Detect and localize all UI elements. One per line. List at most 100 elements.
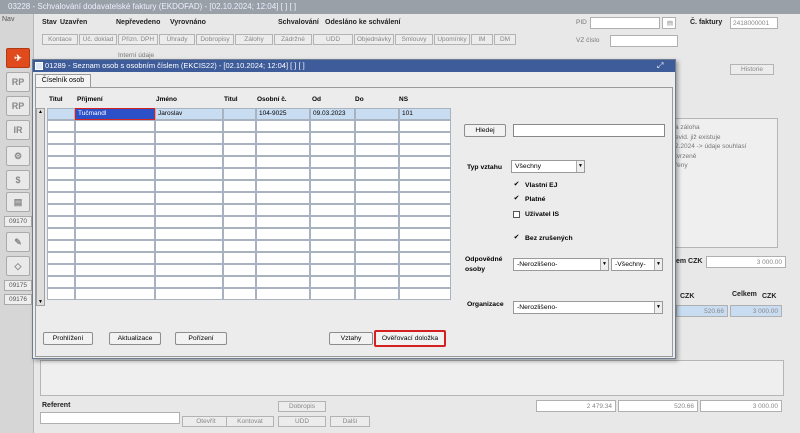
toolbar-button-upominky[interactable]: Upomínky — [434, 34, 470, 45]
table-cell[interactable] — [155, 180, 223, 192]
table-cell[interactable] — [256, 252, 310, 264]
table-cell[interactable] — [47, 180, 75, 192]
table-cell[interactable] — [399, 240, 451, 252]
table-cell[interactable] — [47, 120, 75, 132]
table-cell[interactable] — [223, 156, 256, 168]
table-cell[interactable] — [47, 216, 75, 228]
table-cell[interactable] — [355, 144, 399, 156]
porizeni-button[interactable]: Pořízení — [175, 332, 227, 345]
table-cell[interactable] — [399, 156, 451, 168]
pid-lookup-icon[interactable]: ▤ — [662, 17, 676, 29]
table-cell[interactable] — [256, 228, 310, 240]
nav-number-2[interactable]: 09175 — [4, 280, 32, 291]
table-cell[interactable] — [75, 288, 155, 300]
table-cell[interactable] — [256, 288, 310, 300]
toolbar-button-smlouvy[interactable]: Smlouvy — [395, 34, 433, 45]
table-cell[interactable] — [155, 288, 223, 300]
table-cell[interactable] — [223, 264, 256, 276]
table-cell[interactable] — [223, 216, 256, 228]
table-cell[interactable] — [355, 228, 399, 240]
aktualizace-button[interactable]: Aktualizace — [109, 332, 161, 345]
table-cell[interactable]: 104-9025 — [256, 108, 310, 120]
toolbar-button-dobropisy[interactable]: Dobropisy — [196, 34, 234, 45]
table-cell[interactable] — [47, 144, 75, 156]
table-cell[interactable] — [355, 216, 399, 228]
table-cell[interactable] — [310, 276, 355, 288]
table-cell[interactable] — [75, 264, 155, 276]
nav-button-ir[interactable]: IR — [6, 120, 30, 140]
nav-tag-icon[interactable]: ◇ — [6, 256, 30, 276]
table-cell[interactable] — [355, 240, 399, 252]
toolbar-button-zalohy[interactable]: Zálohy — [235, 34, 273, 45]
table-cell[interactable] — [47, 252, 75, 264]
table-cell[interactable] — [355, 252, 399, 264]
scroll-up-icon[interactable]: ▲ — [37, 109, 44, 115]
table-cell[interactable] — [75, 168, 155, 180]
nav-button-rp-2[interactable]: RP — [6, 96, 30, 116]
table-cell[interactable] — [47, 240, 75, 252]
table-cell[interactable] — [355, 132, 399, 144]
table-cell[interactable] — [310, 288, 355, 300]
table-cell[interactable] — [155, 120, 223, 132]
table-cell[interactable] — [256, 204, 310, 216]
table-cell[interactable] — [355, 180, 399, 192]
table-cell[interactable] — [256, 192, 310, 204]
bottom-value-1[interactable]: 520.66 — [676, 305, 728, 317]
table-cell[interactable] — [223, 252, 256, 264]
table-cell[interactable] — [155, 240, 223, 252]
table-cell[interactable] — [399, 132, 451, 144]
historie-button[interactable]: Historie — [730, 64, 774, 75]
table-cell[interactable] — [223, 240, 256, 252]
table-cell[interactable] — [47, 132, 75, 144]
czk-input[interactable]: 3 000.00 — [706, 256, 786, 268]
table-cell[interactable] — [223, 276, 256, 288]
checkbox-vlastni-ej[interactable]: ✔ — [513, 181, 520, 189]
nav-number-3[interactable]: 09176 — [4, 294, 32, 305]
table-cell[interactable] — [75, 156, 155, 168]
table-cell[interactable] — [310, 252, 355, 264]
table-cell[interactable] — [75, 180, 155, 192]
table-cell[interactable] — [155, 168, 223, 180]
table-cell[interactable] — [256, 144, 310, 156]
checkbox-uzivatel-is[interactable] — [513, 211, 520, 218]
table-cell[interactable] — [47, 156, 75, 168]
organizace-select[interactable]: -Nerozlišeno- ▼ — [513, 301, 663, 314]
table-cell[interactable] — [155, 252, 223, 264]
grid-scrollbar[interactable]: ▲ ▼ — [36, 108, 45, 306]
table-cell[interactable] — [47, 192, 75, 204]
toolbar-button-uc-doklad[interactable]: Úč. doklad — [79, 34, 117, 45]
table-cell[interactable] — [256, 216, 310, 228]
table-cell[interactable] — [155, 192, 223, 204]
odpovedne-select[interactable]: -Nerozlišeno- ▼ — [513, 258, 609, 271]
table-cell[interactable] — [399, 180, 451, 192]
scroll-down-icon[interactable]: ▼ — [37, 299, 44, 305]
table-cell[interactable] — [355, 168, 399, 180]
dalsi-button[interactable]: Další — [330, 416, 370, 427]
referent-input[interactable] — [40, 412, 180, 424]
table-cell[interactable] — [355, 288, 399, 300]
table-cell[interactable] — [75, 144, 155, 156]
table-cell[interactable] — [223, 120, 256, 132]
table-cell[interactable] — [310, 204, 355, 216]
toolbar-button-dm[interactable]: DM — [494, 34, 516, 45]
checkbox-platne[interactable]: ✔ — [513, 195, 520, 203]
table-cell[interactable] — [75, 204, 155, 216]
table-cell[interactable] — [47, 276, 75, 288]
table-cell[interactable] — [399, 192, 451, 204]
table-cell[interactable] — [256, 132, 310, 144]
hledej-button[interactable]: Hledej — [464, 124, 506, 137]
table-cell[interactable] — [223, 108, 256, 120]
table-cell[interactable] — [75, 228, 155, 240]
table-cell[interactable] — [155, 204, 223, 216]
table-cell[interactable] — [223, 192, 256, 204]
table-cell[interactable] — [256, 264, 310, 276]
toolbar-button-udd[interactable]: UDD — [313, 34, 353, 45]
table-cell[interactable] — [75, 276, 155, 288]
table-cell[interactable] — [399, 120, 451, 132]
table-cell[interactable] — [256, 120, 310, 132]
vztahy-button[interactable]: Vztahy — [329, 332, 373, 345]
toolbar-button-kontace[interactable]: Kontace — [42, 34, 78, 45]
table-cell[interactable] — [47, 108, 75, 120]
table-cell[interactable] — [310, 192, 355, 204]
faktury-input[interactable]: 2418000001 — [730, 17, 778, 29]
